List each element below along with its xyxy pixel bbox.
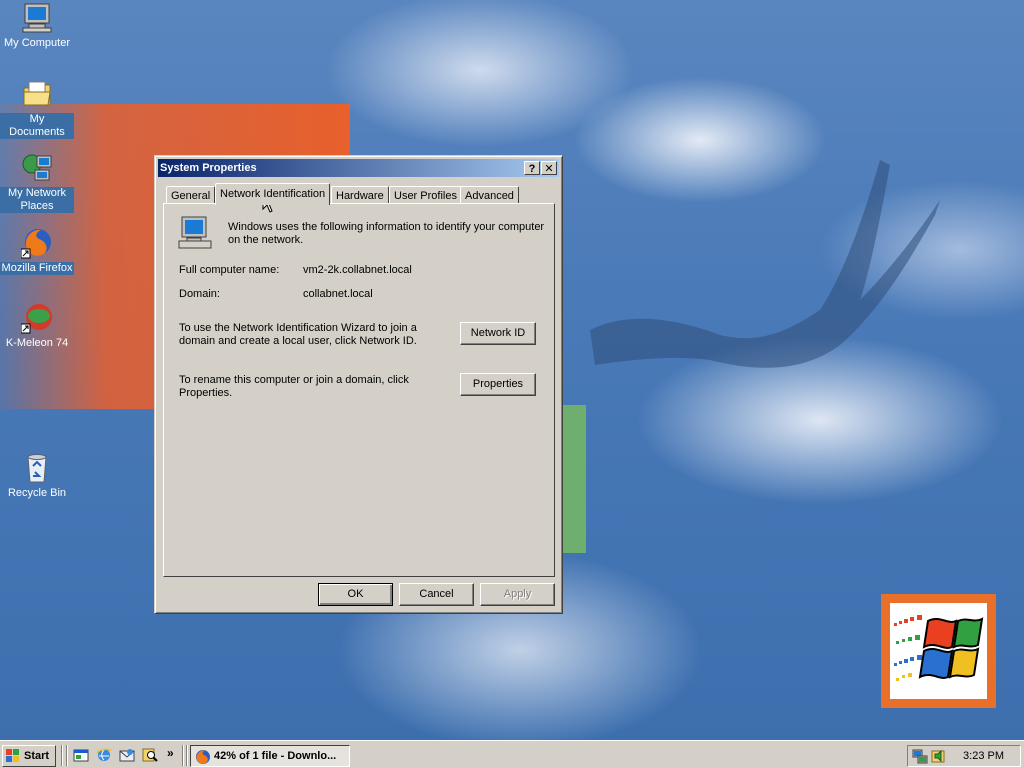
full-name-label: Full computer name:: [179, 264, 280, 276]
quick-launch-more-button[interactable]: »: [167, 746, 174, 760]
desktop-icon-label: My Network Places: [0, 187, 74, 213]
show-desktop-icon[interactable]: [73, 747, 89, 763]
tab-panel-network-identification: Windows uses the following information t…: [163, 203, 555, 577]
tab-user-profiles[interactable]: User Profiles: [389, 186, 462, 204]
system-properties-dialog: System Properties ? ✕ General Network Id…: [154, 155, 563, 614]
k-meleon-icon: [20, 302, 53, 334]
wallpaper-diver-silhouette: [590, 160, 940, 368]
desktop-icon-label: Mozilla Firefox: [0, 262, 74, 275]
taskbar-separator: [61, 745, 63, 766]
taskbar: Start » 42% of 1 file - Downlo... 3:23 P…: [0, 740, 1024, 768]
ok-button[interactable]: OK: [318, 583, 393, 606]
desktop-icon-my-documents[interactable]: My Documents: [0, 78, 74, 139]
start-label: Start: [24, 750, 50, 762]
firefox-icon: [20, 227, 53, 259]
desktop-icon-my-computer[interactable]: My Computer: [0, 2, 74, 50]
taskbar-item-download[interactable]: 42% of 1 file - Downlo...: [190, 745, 350, 767]
taskbar-separator: [186, 745, 188, 766]
taskbar-separator: [66, 745, 68, 766]
wallpaper-green-band: [560, 405, 586, 553]
windows-flag-icon: [6, 749, 19, 762]
network-id-description: To use the Network Identification Wizard…: [179, 322, 417, 347]
network-tray-icon[interactable]: [912, 748, 928, 764]
search-icon[interactable]: [142, 747, 158, 763]
clock[interactable]: 3:23 PM: [963, 750, 1004, 762]
dialog-titlebar[interactable]: System Properties ? ✕: [158, 159, 559, 177]
start-button[interactable]: Start: [2, 745, 56, 767]
help-button[interactable]: ?: [524, 161, 540, 175]
tab-general[interactable]: General: [166, 186, 216, 204]
desktop-icon-label: My Computer: [3, 37, 71, 49]
properties-button[interactable]: Properties: [460, 373, 536, 396]
folder-documents-icon: [21, 78, 53, 110]
properties-description: To rename this computer or join a domain…: [179, 374, 409, 399]
volume-tray-icon[interactable]: [930, 748, 946, 764]
tab-advanced[interactable]: Advanced: [460, 186, 519, 204]
desktop-icon-my-network-places[interactable]: My Network Places: [0, 152, 74, 213]
desktop-icon-k-meleon[interactable]: K-Meleon 74: [0, 302, 74, 350]
dialog-title: System Properties: [160, 162, 257, 174]
desktop-icon-label: My Documents: [0, 113, 74, 139]
tab-hardware[interactable]: Hardware: [331, 186, 389, 204]
windows-logo: [881, 594, 996, 708]
network-places-icon: [21, 152, 53, 184]
full-name-value: vm2-2k.collabnet.local: [303, 264, 412, 276]
domain-label: Domain:: [179, 288, 220, 300]
desktop-icon-mozilla-firefox[interactable]: Mozilla Firefox: [0, 227, 74, 275]
desktop-icon-recycle-bin[interactable]: Recycle Bin: [0, 452, 74, 500]
my-computer-icon: [21, 2, 53, 34]
domain-value: collabnet.local: [303, 288, 373, 300]
internet-explorer-icon[interactable]: [96, 747, 112, 763]
taskbar-separator: [182, 745, 184, 766]
intro-text: Windows uses the following information t…: [228, 221, 545, 246]
desktop-icon-label: K-Meleon 74: [5, 337, 69, 349]
desktop-icon-label: Recycle Bin: [7, 487, 67, 499]
cancel-button[interactable]: Cancel: [399, 583, 474, 606]
recycle-bin-icon: [21, 452, 53, 484]
network-id-button[interactable]: Network ID: [460, 322, 536, 345]
taskbar-item-label: 42% of 1 file - Downlo...: [214, 750, 337, 762]
computer-icon: [178, 216, 212, 249]
tab-network-identification[interactable]: Network Identification: [215, 183, 331, 205]
apply-button[interactable]: Apply: [480, 583, 555, 606]
desktop: My Computer My Documents My Network Plac…: [0, 0, 1024, 740]
close-button[interactable]: ✕: [541, 161, 557, 175]
outlook-express-icon[interactable]: [119, 747, 135, 763]
system-tray: 3:23 PM: [907, 745, 1021, 767]
firefox-icon: [196, 750, 210, 764]
